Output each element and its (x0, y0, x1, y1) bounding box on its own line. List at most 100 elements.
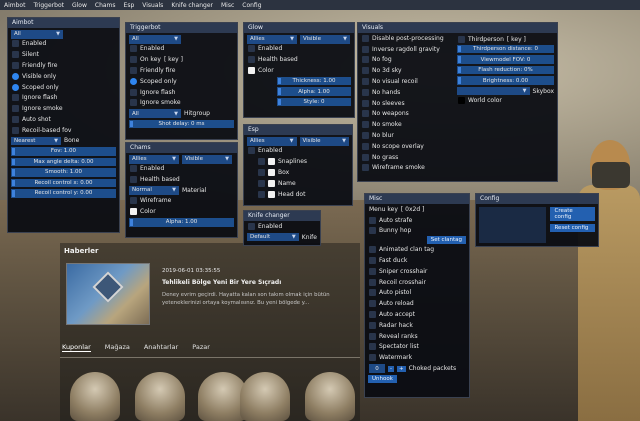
chams-check-row[interactable]: Enabled (126, 164, 237, 175)
decrement-button[interactable]: - (388, 365, 394, 372)
checkbox[interactable] (369, 321, 376, 329)
checkbox[interactable] (130, 99, 137, 107)
checkbox-checked[interactable] (12, 83, 19, 91)
choked-packets-value[interactable]: 0 (369, 364, 385, 373)
triggerbot-hitgroup-select[interactable]: All ▼ (129, 109, 181, 118)
checkbox[interactable] (369, 343, 376, 351)
checkbox[interactable] (362, 153, 369, 161)
reset-config-button[interactable]: Reset config (550, 224, 595, 232)
chams-check-row[interactable]: Wireframe (126, 196, 237, 207)
triggerbot-title[interactable]: Triggerbot (126, 23, 237, 33)
visuals-check-row[interactable]: No fog (358, 55, 454, 66)
aimbot-check-row[interactable]: Enabled (8, 39, 119, 50)
color-swatch[interactable] (268, 168, 275, 176)
esp-check-row[interactable]: Head dot (244, 189, 352, 200)
triggerbot-check-row[interactable]: Ignore flash (126, 87, 237, 98)
menu-config[interactable]: Config (242, 2, 261, 9)
visuals-thirdperson-row[interactable]: Thirdperson[ key ] (454, 34, 557, 45)
slider-grab[interactable] (130, 219, 133, 226)
slider-grab[interactable] (458, 66, 461, 74)
knife-check-row[interactable]: Enabled (244, 221, 320, 232)
set-clantag-button[interactable]: Set clantag (426, 236, 466, 245)
viewmodel-fov-slider[interactable]: Viewmodel FOV: 0 (457, 55, 554, 64)
slider-grab[interactable] (278, 77, 281, 85)
esp-check-row[interactable]: Enabled (244, 146, 352, 157)
config-list[interactable] (479, 207, 547, 243)
visuals-check-row[interactable]: No grass (358, 152, 454, 163)
slider-grab[interactable] (458, 45, 461, 53)
glow-visibility-select[interactable]: Visible ▼ (300, 35, 350, 44)
misc-check-row[interactable]: Animated clan tag (365, 244, 469, 255)
misc-check-row[interactable]: Recoil crosshair (365, 277, 469, 288)
flash-reduction-slider[interactable]: Flash reduction: 0% (457, 65, 554, 75)
aimbot-check-row[interactable]: Ignore flash (8, 92, 119, 103)
visuals-check-row[interactable]: No sleeves (358, 98, 454, 109)
visuals-check-row[interactable]: No scope overlay (358, 141, 454, 152)
checkbox[interactable] (258, 179, 265, 187)
tab-kuponlar[interactable]: Kuponlar (62, 343, 91, 352)
skybox-select[interactable]: ▼ (457, 86, 530, 96)
slider-grab[interactable] (278, 98, 281, 106)
aimbot-target-select[interactable]: Nearest ▼ (11, 136, 61, 146)
checkbox[interactable] (362, 56, 369, 64)
checkbox[interactable] (258, 168, 265, 176)
glow-check-row[interactable]: Enabled (244, 44, 354, 55)
checkbox[interactable] (12, 94, 19, 102)
checkbox-checked[interactable] (130, 77, 137, 85)
slider-grab[interactable] (12, 148, 15, 155)
menu-chams[interactable]: Chams (95, 2, 116, 9)
esp-team-select[interactable]: Allies ▼ (247, 137, 297, 146)
chams-alpha-slider[interactable]: Alpha: 1.00 (129, 218, 234, 227)
glow-check-row[interactable]: Color (244, 65, 354, 76)
brightness-slider[interactable]: Brightness: 0.00 (457, 76, 554, 85)
aimbot-check-row[interactable]: Silent (8, 49, 119, 60)
visuals-check-row[interactable]: No visual recoil (358, 76, 454, 87)
knife-model-select[interactable]: Default ▼ (247, 232, 299, 242)
checkbox[interactable] (369, 311, 376, 319)
aimbot-title[interactable]: Aimbot (8, 18, 119, 28)
store-crate-1[interactable] (70, 372, 120, 421)
slider-grab[interactable] (458, 77, 461, 84)
checkbox[interactable] (258, 190, 265, 198)
checkbox[interactable] (362, 121, 369, 129)
checkbox[interactable] (369, 300, 376, 308)
color-swatch[interactable] (268, 179, 275, 187)
checkbox[interactable] (248, 45, 255, 53)
checkbox[interactable] (130, 45, 137, 53)
chams-team-select[interactable]: Allies ▼ (129, 155, 179, 164)
checkbox[interactable] (362, 132, 369, 140)
misc-check-row[interactable]: Auto reload (365, 298, 469, 309)
esp-title[interactable]: Esp (244, 125, 352, 135)
triggerbot-weapon-select[interactable]: All ▼ (129, 35, 181, 44)
menu-visuals[interactable]: Visuals (142, 2, 163, 9)
checkbox[interactable] (362, 164, 369, 172)
misc-check-row[interactable]: Radar hack (365, 320, 469, 331)
checkbox[interactable] (12, 115, 19, 123)
checkbox[interactable] (369, 267, 376, 275)
triggerbot-shot-delay-slider[interactable]: Shot delay: 0 ms (129, 119, 234, 129)
menu-esp[interactable]: Esp (124, 2, 135, 9)
checkbox[interactable] (369, 332, 376, 340)
tab-magaza[interactable]: Mağaza (105, 343, 130, 352)
checkbox[interactable] (130, 88, 137, 96)
aimbot-fov-slider[interactable]: Fov: 1.00 (11, 147, 116, 156)
visuals-check-row[interactable]: Wireframe smoke (358, 163, 454, 174)
checkbox[interactable] (12, 105, 19, 113)
checkbox[interactable] (369, 289, 376, 297)
checkbox[interactable] (458, 35, 465, 43)
thirdperson-key-binding[interactable]: [ key ] (507, 36, 526, 43)
checkbox[interactable] (130, 66, 137, 74)
visuals-check-row[interactable]: Inverse ragdoll gravity (358, 44, 454, 55)
checkbox[interactable] (369, 227, 376, 235)
checkbox[interactable] (12, 61, 19, 69)
store-crate-5[interactable] (305, 372, 355, 421)
menu-triggerbot[interactable]: Triggerbot (33, 2, 64, 9)
checkbox[interactable] (130, 197, 137, 205)
menu-misc[interactable]: Misc (221, 2, 234, 9)
checkbox[interactable] (369, 246, 376, 254)
aimbot-smooth-slider[interactable]: Smooth: 1.00 (11, 168, 116, 177)
color-swatch[interactable] (248, 66, 255, 74)
aimbot-recoil-x-slider[interactable]: Recoil control x: 0.00 (11, 178, 116, 188)
slider-grab[interactable] (278, 88, 281, 95)
checkbox[interactable] (258, 158, 265, 166)
